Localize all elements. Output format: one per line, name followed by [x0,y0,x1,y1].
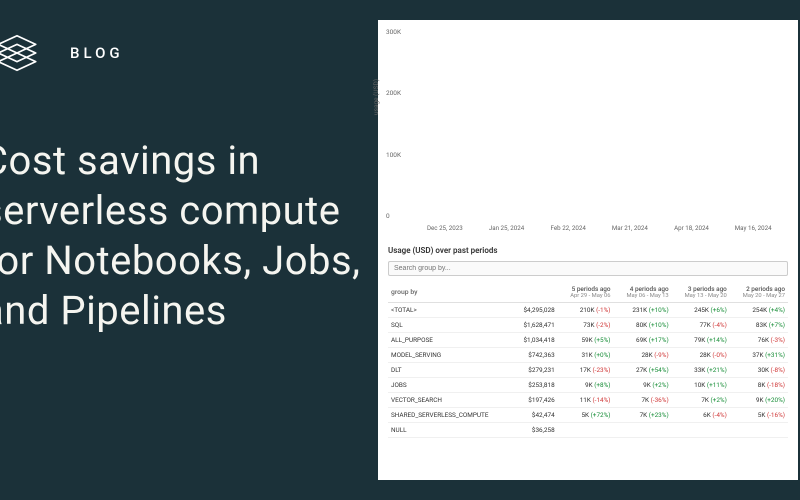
table-row[interactable]: VECTOR_SEARCH$197,42611K (-14%)7K (-36%)… [388,393,788,408]
cell: 5K (-16%) [730,408,788,423]
y-tick: 300K [386,28,401,36]
cell: 7K (+23%) [614,408,672,423]
cell: $4,295,028 [513,303,558,318]
cell: $36,258 [513,423,558,438]
col-header[interactable] [513,282,558,303]
cell: $253,818 [513,378,558,393]
blog-label: BLOG [70,44,124,62]
row-group: DLT [388,363,513,378]
cell: 37K (+31%) [730,348,788,363]
cell: 7K (+2%) [672,393,730,408]
cell: 7K (-36%) [614,393,672,408]
cell: 231K (+10%) [614,303,672,318]
cell: 9K (+20%) [730,393,788,408]
cell: 8K (-18%) [730,378,788,393]
x-tick: Apr 18, 2024 [661,224,723,232]
row-group: VECTOR_SEARCH [388,393,513,408]
cell [614,423,672,438]
cell: 28K (-0%) [672,348,730,363]
cell: 33K (+21%) [672,363,730,378]
cell: 80K (+10%) [614,318,672,333]
cell: 69K (+17%) [614,333,672,348]
y-tick: 0 [386,212,390,220]
cell: 254K (+4%) [730,303,788,318]
cell: 9K (+2%) [614,378,672,393]
y-axis-label: usage (USD) [372,79,380,115]
table-title: Usage (USD) over past periods [388,246,788,255]
table-row[interactable]: <TOTAL>$4,295,028210K (-1%)231K (+10%)24… [388,303,788,318]
cell: 31K (+0%) [558,348,614,363]
cell: 6K (-4%) [672,408,730,423]
col-header[interactable]: 5 periods agoApr 29 - May 06 [558,282,614,303]
row-group: MODEL_SERVING [388,348,513,363]
cell: 79K (+14%) [672,333,730,348]
table-row[interactable]: DLT$279,23117K (-23%)27K (+54%)33K (+21%… [388,363,788,378]
table-row[interactable]: SHARED_SERVERLESS_COMPUTE$42,4745K (+72%… [388,408,788,423]
table-row[interactable]: NULL$36,258 [388,423,788,438]
blog-hero-panel: BLOG Cost savings in serverless compute … [0,0,370,500]
cell: 59K (+5%) [558,333,614,348]
col-header[interactable]: 2 periods agoMay 20 - May 27 [730,282,788,303]
table-row[interactable]: SQL$1,628,47173K (-2%)80K (+10%)77K (-4%… [388,318,788,333]
cell: 5K (+72%) [558,408,614,423]
row-group: ALL_PURPOSE [388,333,513,348]
table-row[interactable]: ALL_PURPOSE$1,034,41859K (+5%)69K (+17%)… [388,333,788,348]
cell: 210K (-1%) [558,303,614,318]
row-group: <TOTAL> [388,303,513,318]
cell: $42,474 [513,408,558,423]
cell: 30K (-8%) [730,363,788,378]
cell [672,423,730,438]
usage-table: group by 5 periods agoApr 29 - May 064 pe… [388,282,788,438]
x-tick: Mar 21, 2024 [599,224,661,232]
x-tick: Dec 25, 2023 [414,224,476,232]
y-tick: 100K [386,151,401,159]
cell: 10K (+11%) [672,378,730,393]
cell: 73K (-2%) [558,318,614,333]
cell: $197,426 [513,393,558,408]
cell: 11K (-14%) [558,393,614,408]
search-input[interactable] [388,261,788,276]
cell [730,423,788,438]
dashboard-card: usage (USD) Dec 25, 2023Jan 25, 2024Feb … [378,20,798,480]
cell: $1,628,471 [513,318,558,333]
cell: 83K (+7%) [730,318,788,333]
cell [558,423,614,438]
y-tick: 200K [386,89,401,97]
databricks-logo-icon [0,30,40,76]
chart-plot [414,32,784,216]
col-header[interactable]: 4 periods agoMay 06 - May 13 [614,282,672,303]
row-group: NULL [388,423,513,438]
cell: 27K (+54%) [614,363,672,378]
col-header[interactable]: 3 periods agoMay 13 - May 20 [672,282,730,303]
usage-table-area: Usage (USD) over past periods group by 5 … [378,238,798,480]
cell: 245K (+6%) [672,303,730,318]
x-axis: Dec 25, 2023Jan 25, 2024Feb 22, 2024Mar … [414,224,784,232]
cell: $742,363 [513,348,558,363]
cell: 28K (-9%) [614,348,672,363]
row-group: SHARED_SERVERLESS_COMPUTE [388,408,513,423]
cell: 17K (-23%) [558,363,614,378]
x-tick: Feb 22, 2024 [537,224,599,232]
x-tick: Jan 25, 2024 [476,224,538,232]
row-group: JOBS [388,378,513,393]
row-group: SQL [388,318,513,333]
cell: 77K (-4%) [672,318,730,333]
cell: $1,034,418 [513,333,558,348]
table-row[interactable]: MODEL_SERVING$742,36331K (+0%)28K (-9%)2… [388,348,788,363]
usage-chart: usage (USD) Dec 25, 2023Jan 25, 2024Feb … [378,20,798,238]
x-tick: May 16, 2024 [722,224,784,232]
header-row: BLOG [0,30,370,76]
col-group-by[interactable]: group by [388,282,513,303]
dashboard-panel: usage (USD) Dec 25, 2023Jan 25, 2024Feb … [370,0,800,500]
headline: Cost savings in serverless compute for N… [0,136,370,336]
cell: 9K (+8%) [558,378,614,393]
cell: $279,231 [513,363,558,378]
cell: 76K (-3%) [730,333,788,348]
table-row[interactable]: JOBS$253,8189K (+8%)9K (+2%)10K (+11%)8K… [388,378,788,393]
